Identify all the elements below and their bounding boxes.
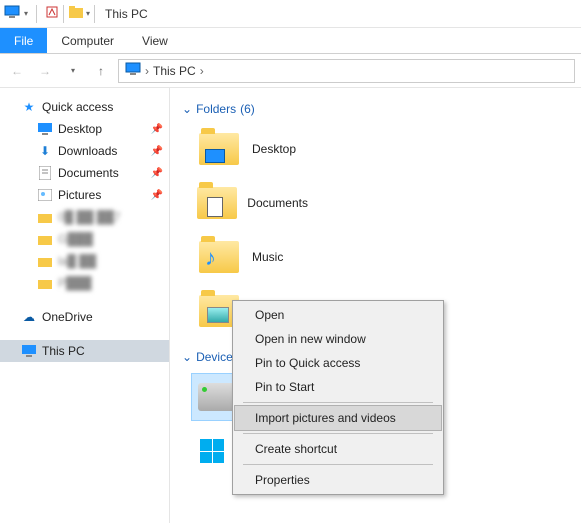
qat-dropdown-icon[interactable]: ▾ [24,9,28,18]
section-folders-header[interactable]: ⌄ Folders (6) [182,102,573,116]
pc-icon [4,4,20,23]
quick-access-toolbar: ▾ [4,4,59,23]
up-button[interactable]: ↑ [90,60,112,82]
sidebar-pictures[interactable]: Pictures 📌 [0,184,169,206]
sidebar-this-pc[interactable]: This PC [0,340,169,362]
folder-icon [36,278,54,289]
pin-icon: 📌 [151,124,163,135]
document-icon [36,166,54,180]
pin-icon: 📌 [151,168,163,179]
pc-icon [125,61,141,80]
sidebar-item-label: This PC [42,344,85,358]
chevron-down-icon: ⌄ [182,102,192,116]
picture-icon [36,189,54,201]
folder-desktop[interactable]: Desktop [192,126,402,172]
chevron-down-icon: ⌄ [182,350,192,364]
folder-icon [68,5,84,22]
menu-properties[interactable]: Properties [235,468,441,492]
separator [36,5,37,23]
folder-label: Music [252,250,283,264]
sidebar-subfolder[interactable]: 0█ ██ ██7 [0,206,169,228]
menu-separator [243,402,433,403]
ribbon-tabs: File Computer View [0,28,581,54]
sidebar-item-label: G███ [58,232,93,246]
sidebar-item-label: Desktop [58,122,102,136]
sidebar-item-label: Documents [58,166,119,180]
desktop-icon [36,123,54,135]
sidebar-subfolder[interactable]: P███ [0,272,169,294]
window-title: This PC [105,7,148,21]
sidebar-subfolder[interactable]: la█ ██ [0,250,169,272]
tab-file[interactable]: File [0,28,47,53]
breadcrumb-root[interactable]: This PC [153,64,196,78]
sidebar-downloads[interactable]: ⬇ Downloads 📌 [0,140,169,162]
folder-label: Desktop [252,142,296,156]
menu-open-new-window[interactable]: Open in new window [235,327,441,351]
star-icon: ★ [20,100,38,114]
folder-icon [36,212,54,223]
menu-pin-quick-access[interactable]: Pin to Quick access [235,351,441,375]
sidebar-item-label: OneDrive [42,310,93,324]
back-button[interactable]: ← [6,60,28,82]
recent-dropdown-icon[interactable]: ▾ [62,60,84,82]
title-bar: ▾ ▾ This PC [0,0,581,28]
download-icon: ⬇ [36,144,54,158]
pin-icon: 📌 [151,190,163,201]
sidebar-quick-access[interactable]: ★ Quick access [0,96,169,118]
folder-music[interactable]: ♪ Music [192,234,402,280]
sidebar-item-label: Quick access [42,100,113,114]
separator [94,5,95,23]
menu-pin-start[interactable]: Pin to Start [235,375,441,399]
folder-icon [36,234,54,245]
tab-view[interactable]: View [128,28,182,53]
sidebar-item-label: Pictures [58,188,101,202]
title-dropdown-icon[interactable]: ▾ [86,9,90,18]
sidebar-documents[interactable]: Documents 📌 [0,162,169,184]
folder-documents-icon [196,183,237,223]
navigation-bar: ← → ▾ ↑ › This PC › [0,54,581,88]
address-bar[interactable]: › This PC › [118,59,575,83]
properties-icon[interactable] [45,5,59,22]
menu-separator [243,433,433,434]
folder-documents[interactable]: Documents [192,180,312,226]
pin-icon: 📌 [151,146,163,157]
sidebar-item-label: P███ [58,276,92,290]
context-menu: Open Open in new window Pin to Quick acc… [232,300,444,495]
tab-computer[interactable]: Computer [47,28,128,53]
menu-open[interactable]: Open [235,303,441,327]
menu-create-shortcut[interactable]: Create shortcut [235,437,441,461]
sidebar-subfolder[interactable]: G███ [0,228,169,250]
section-count: (6) [240,102,255,116]
sidebar-item-label: la█ ██ [58,254,96,268]
sidebar-item-label: 0█ ██ ██7 [58,210,121,224]
chevron-right-icon[interactable]: › [200,64,204,78]
sidebar-item-label: Downloads [58,144,117,158]
windows-drive-icon [196,431,228,471]
cloud-icon: ☁ [20,310,38,324]
forward-button[interactable]: → [34,60,56,82]
folder-label: Documents [247,196,308,210]
folder-music-icon: ♪ [196,237,242,277]
separator [63,5,64,23]
folder-desktop-icon [196,129,242,169]
sidebar-onedrive[interactable]: ☁ OneDrive [0,306,169,328]
section-label: Folders [196,102,236,116]
menu-import-pictures[interactable]: Import pictures and videos [235,406,441,430]
sidebar-desktop[interactable]: Desktop 📌 [0,118,169,140]
chevron-right-icon[interactable]: › [145,64,149,78]
menu-separator [243,464,433,465]
pc-icon [20,345,38,357]
nav-sidebar: ★ Quick access Desktop 📌 ⬇ Downloads 📌 D… [0,88,170,523]
folder-icon [36,256,54,267]
